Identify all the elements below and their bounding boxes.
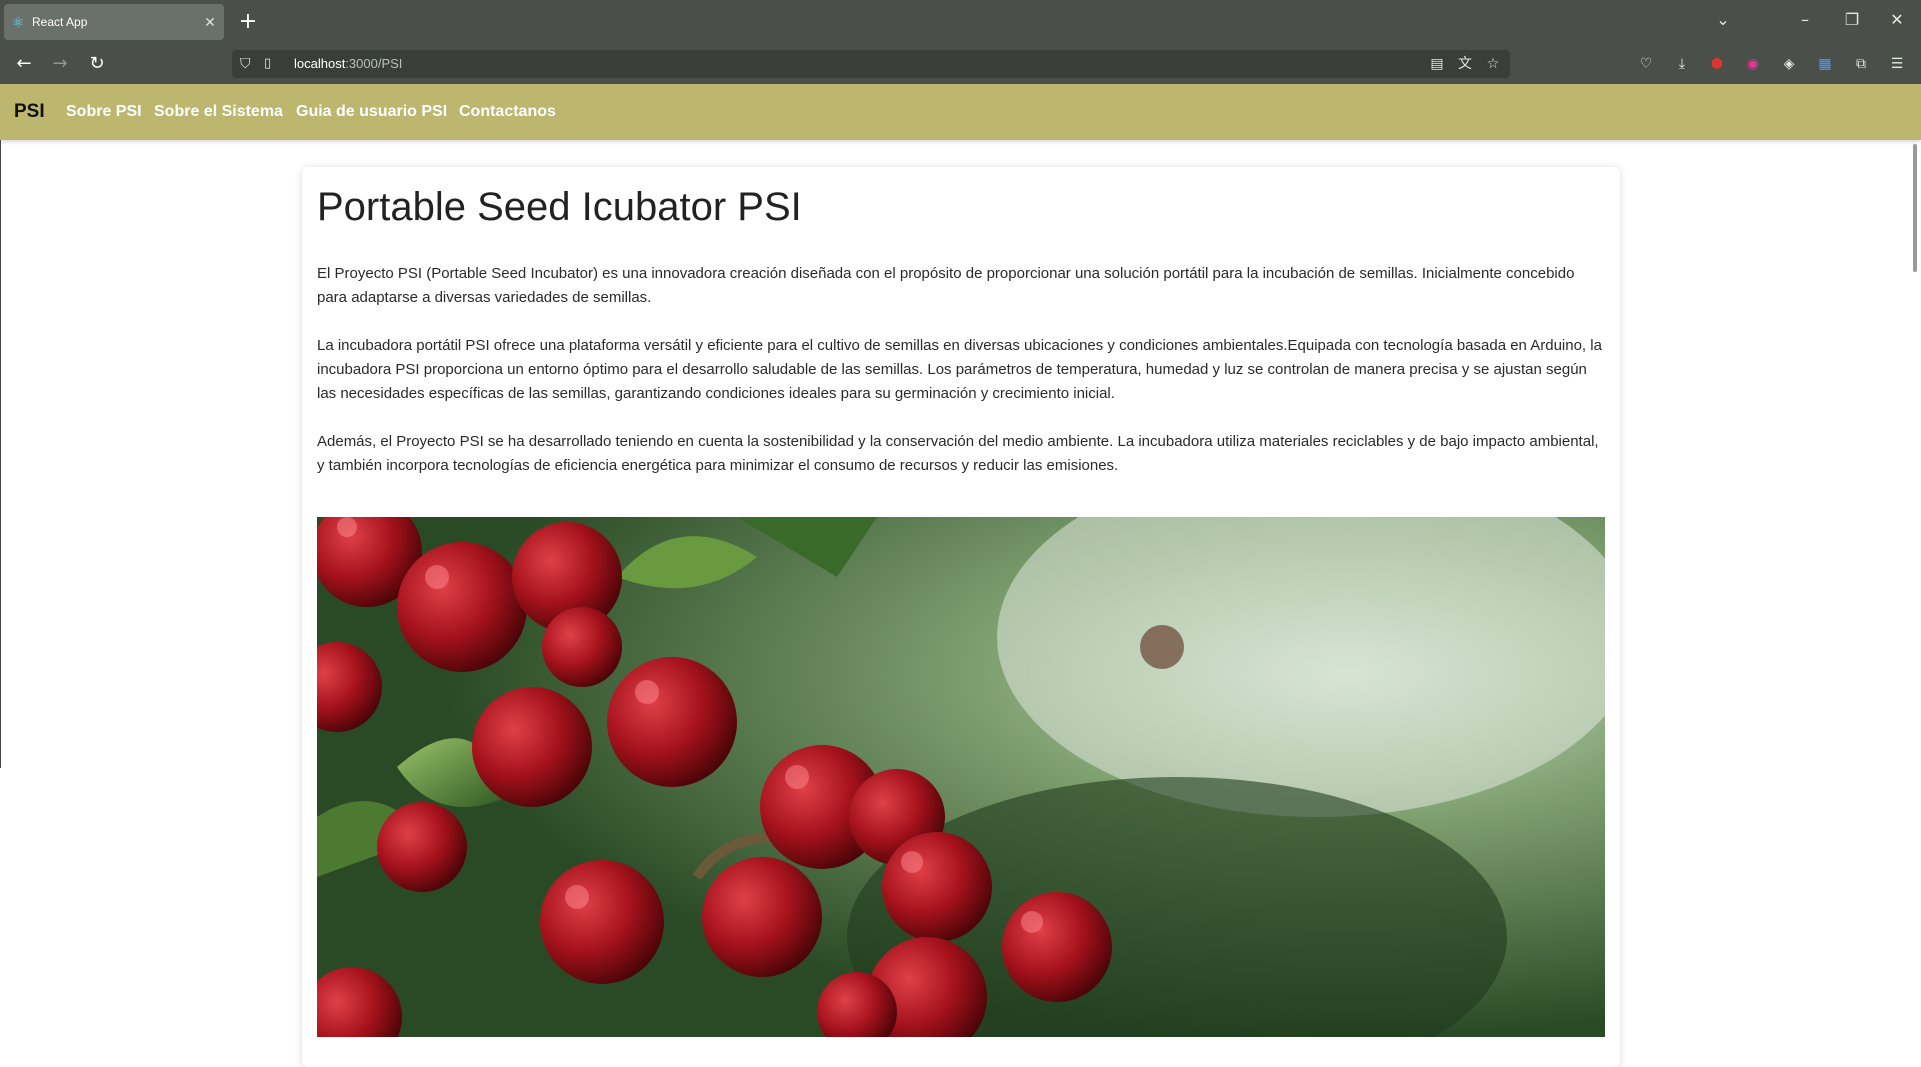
- app-navbar: PSI Sobre PSI Sobre el Sistema Guia de u…: [0, 84, 1921, 140]
- restore-icon[interactable]: ❐: [1840, 10, 1864, 29]
- nav-link-sobre-el-sistema[interactable]: Sobre el Sistema: [154, 103, 283, 121]
- browser-tab[interactable]: ⚛ React App ✕: [4, 4, 224, 40]
- brand-logo[interactable]: PSI: [14, 101, 45, 123]
- coffee-cherries-photo: [317, 517, 1605, 1037]
- intro-paragraph: El Proyecto PSI (Portable Seed Incubator…: [317, 265, 1575, 306]
- url-text[interactable]: localhost:3000/PSI: [294, 55, 402, 73]
- url-bar[interactable]: ⛉ ▯ localhost:3000/PSI ▤ 文 ☆: [232, 50, 1510, 78]
- download-icon[interactable]: ⤓: [1672, 54, 1692, 74]
- pocket-icon[interactable]: ♡: [1636, 54, 1656, 74]
- page-edge: [0, 140, 1, 768]
- menu-icon[interactable]: ☰: [1887, 54, 1907, 74]
- description-paragraph: La incubadora portátil PSI ofrece una pl…: [317, 337, 1602, 402]
- browser-tab-bar: ⚛ React App ✕ + ⌄ – ❐ ✕: [0, 0, 1921, 44]
- reload-icon[interactable]: ↻: [84, 52, 110, 76]
- react-favicon-icon: ⚛: [11, 14, 25, 30]
- coffee-cherries-image: [317, 517, 1605, 1037]
- minimize-icon[interactable]: –: [1793, 10, 1817, 29]
- scrollbar-thumb[interactable]: [1913, 144, 1917, 272]
- tab-title: React App: [32, 15, 88, 29]
- browser-nav-bar: ← → ↻ ⛉ ▯ localhost:3000/PSI ▤ 文 ☆ ♡ ⤓ ⬢…: [0, 44, 1921, 84]
- page-title: Portable Seed Icubator PSI: [317, 185, 802, 229]
- nav-link-guia-de-usuario[interactable]: Guia de usuario PSI: [296, 103, 447, 121]
- sustainability-paragraph: Además, el Proyecto PSI se ha desarrolla…: [317, 433, 1599, 474]
- bookmark-star-icon[interactable]: ☆: [1484, 55, 1502, 73]
- close-tab-icon[interactable]: ✕: [202, 14, 218, 31]
- nav-link-contactanos[interactable]: Contactanos: [459, 103, 556, 121]
- reader-view-icon[interactable]: ▤: [1428, 55, 1446, 73]
- forward-icon[interactable]: →: [47, 52, 73, 76]
- tab-list-chevron-down-icon[interactable]: ⌄: [1711, 10, 1735, 29]
- extension-icon[interactable]: ▦: [1815, 54, 1835, 74]
- nav-link-sobre-psi[interactable]: Sobre PSI: [66, 103, 142, 121]
- extension-icon[interactable]: ◈: [1779, 54, 1799, 74]
- shield-icon[interactable]: ⛉: [240, 55, 256, 73]
- puzzle-icon[interactable]: ⧉: [1851, 54, 1871, 74]
- extension-icon[interactable]: ◉: [1743, 54, 1763, 74]
- ublock-icon[interactable]: ⬢: [1707, 54, 1727, 74]
- close-window-icon[interactable]: ✕: [1885, 10, 1909, 29]
- translate-icon[interactable]: 文: [1456, 55, 1474, 73]
- back-icon[interactable]: ←: [11, 52, 37, 76]
- content-card: Portable Seed Icubator PSI El Proyecto P…: [302, 167, 1620, 1067]
- new-tab-button[interactable]: +: [236, 10, 260, 34]
- page-icon: ▯: [264, 56, 272, 71]
